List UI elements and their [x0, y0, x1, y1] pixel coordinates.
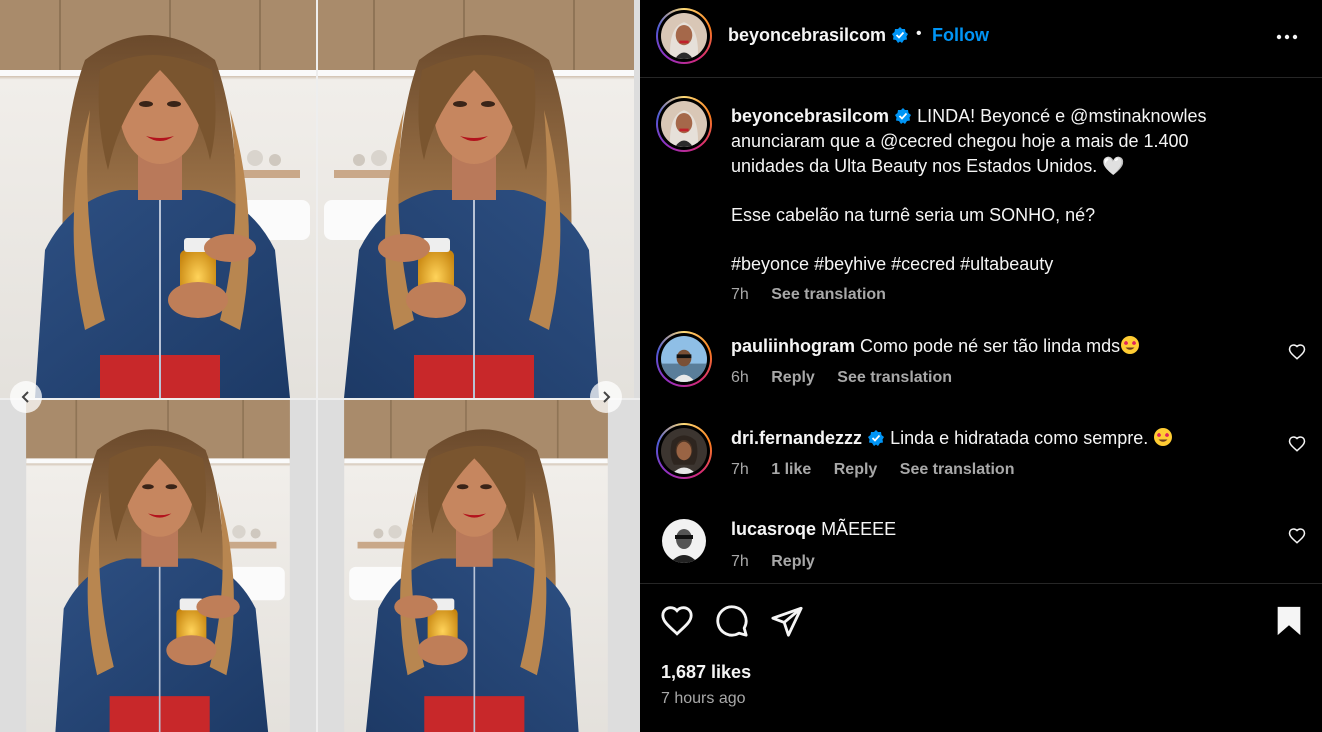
post-timestamp[interactable]: 7 hours ago: [661, 690, 746, 708]
comment-time[interactable]: 7h: [731, 553, 749, 570]
comment-text: dri.fernandezzz Linda e hidratada como s…: [731, 427, 1173, 449]
media-photo-3: [0, 400, 316, 732]
comment-text: lucasroqe MÃEEEE: [731, 519, 896, 540]
caption-meta: 7h See translation: [731, 286, 904, 304]
carousel-next-button[interactable]: [590, 381, 622, 413]
verified-badge-icon: [895, 108, 912, 124]
comment-like-icon[interactable]: [1288, 343, 1306, 361]
avatar[interactable]: [656, 96, 712, 152]
more-options-button[interactable]: [1274, 24, 1300, 50]
heart-eyes-emoji-icon: [1154, 428, 1173, 446]
comment-body: Como pode né ser tão linda mds: [860, 336, 1121, 356]
follow-button[interactable]: Follow: [932, 25, 989, 46]
more-horizontal-icon: [1276, 34, 1298, 40]
post-media[interactable]: [0, 0, 640, 732]
see-translation-button[interactable]: See translation: [900, 461, 1015, 478]
comment-body: Linda e hidratada como sempre.: [890, 428, 1154, 448]
avatar[interactable]: [656, 331, 712, 387]
comment-username[interactable]: lucasroqe: [731, 519, 816, 539]
comment-meta: 6h Reply See translation: [731, 369, 970, 387]
see-translation-button[interactable]: See translation: [837, 369, 952, 386]
media-photo-1: [0, 0, 316, 398]
comment-meta: 7h 1 like Reply See translation: [731, 461, 1032, 479]
bookmark-saved-icon[interactable]: [1272, 604, 1306, 638]
chevron-left-icon: [21, 391, 29, 403]
caption-line: anunciaram que a @cecred chegou hoje a m…: [731, 131, 1189, 151]
caption-hashtags[interactable]: #beyonce #beyhive #cecred #ultabeauty: [731, 252, 1281, 277]
caption-line: unidades da Ulta Beauty nos Estados Unid…: [731, 156, 1125, 176]
avatar[interactable]: [656, 8, 712, 64]
verified-badge-icon: [892, 27, 909, 43]
comment-username[interactable]: dri.fernandezzz: [731, 428, 862, 448]
see-translation-button[interactable]: See translation: [771, 286, 886, 303]
reply-button[interactable]: Reply: [771, 553, 815, 570]
likes-count[interactable]: 1,687 likes: [661, 662, 751, 683]
like-heart-icon[interactable]: [660, 604, 694, 638]
comment-body: MÃEEEE: [821, 519, 897, 539]
post-author-username[interactable]: beyoncebrasilcom: [728, 25, 909, 46]
comment-text: pauliinhogram Como pode né ser tão linda…: [731, 335, 1140, 357]
avatar[interactable]: [656, 423, 712, 479]
reply-button[interactable]: Reply: [771, 369, 815, 386]
share-send-icon[interactable]: [770, 604, 804, 638]
separator-dot: •: [916, 25, 922, 42]
post-header: beyoncebrasilcom • Follow: [640, 0, 1322, 78]
heart-eyes-emoji-icon: [1121, 336, 1140, 354]
media-photo-4: [318, 400, 634, 732]
media-divider: [0, 398, 640, 400]
caption-username[interactable]: beyoncebrasilcom: [731, 106, 889, 126]
caption-line: LINDA! Beyoncé e @mstinaknowles: [917, 106, 1207, 126]
media-divider: [316, 0, 318, 732]
avatar[interactable]: [662, 519, 706, 563]
caption-time[interactable]: 7h: [731, 286, 749, 303]
comment-like-icon[interactable]: [1288, 527, 1306, 545]
comment-meta: 7h Reply: [731, 553, 833, 571]
post-side-panel: beyoncebrasilcom • Follow beyoncebrasilc…: [640, 0, 1322, 732]
chevron-right-icon: [603, 391, 611, 403]
carousel-prev-button[interactable]: [10, 381, 42, 413]
comment-like-icon[interactable]: [1288, 435, 1306, 453]
comment-username[interactable]: pauliinhogram: [731, 336, 855, 356]
reply-button[interactable]: Reply: [834, 461, 878, 478]
username-link[interactable]: beyoncebrasilcom: [728, 25, 886, 45]
media-photo-2: [318, 0, 634, 398]
comment-time[interactable]: 6h: [731, 369, 749, 386]
caption-line: Esse cabelão na turnê seria um SONHO, né…: [731, 205, 1096, 225]
verified-badge-icon: [868, 430, 885, 446]
post-actions: 1,687 likes 7 hours ago: [640, 583, 1322, 732]
caption-text: beyoncebrasilcom LINDA! Beyoncé e @mstin…: [731, 104, 1281, 277]
comment-time[interactable]: 7h: [731, 461, 749, 478]
comment-likes-count[interactable]: 1 like: [771, 461, 811, 478]
comment-bubble-icon[interactable]: [715, 604, 749, 638]
